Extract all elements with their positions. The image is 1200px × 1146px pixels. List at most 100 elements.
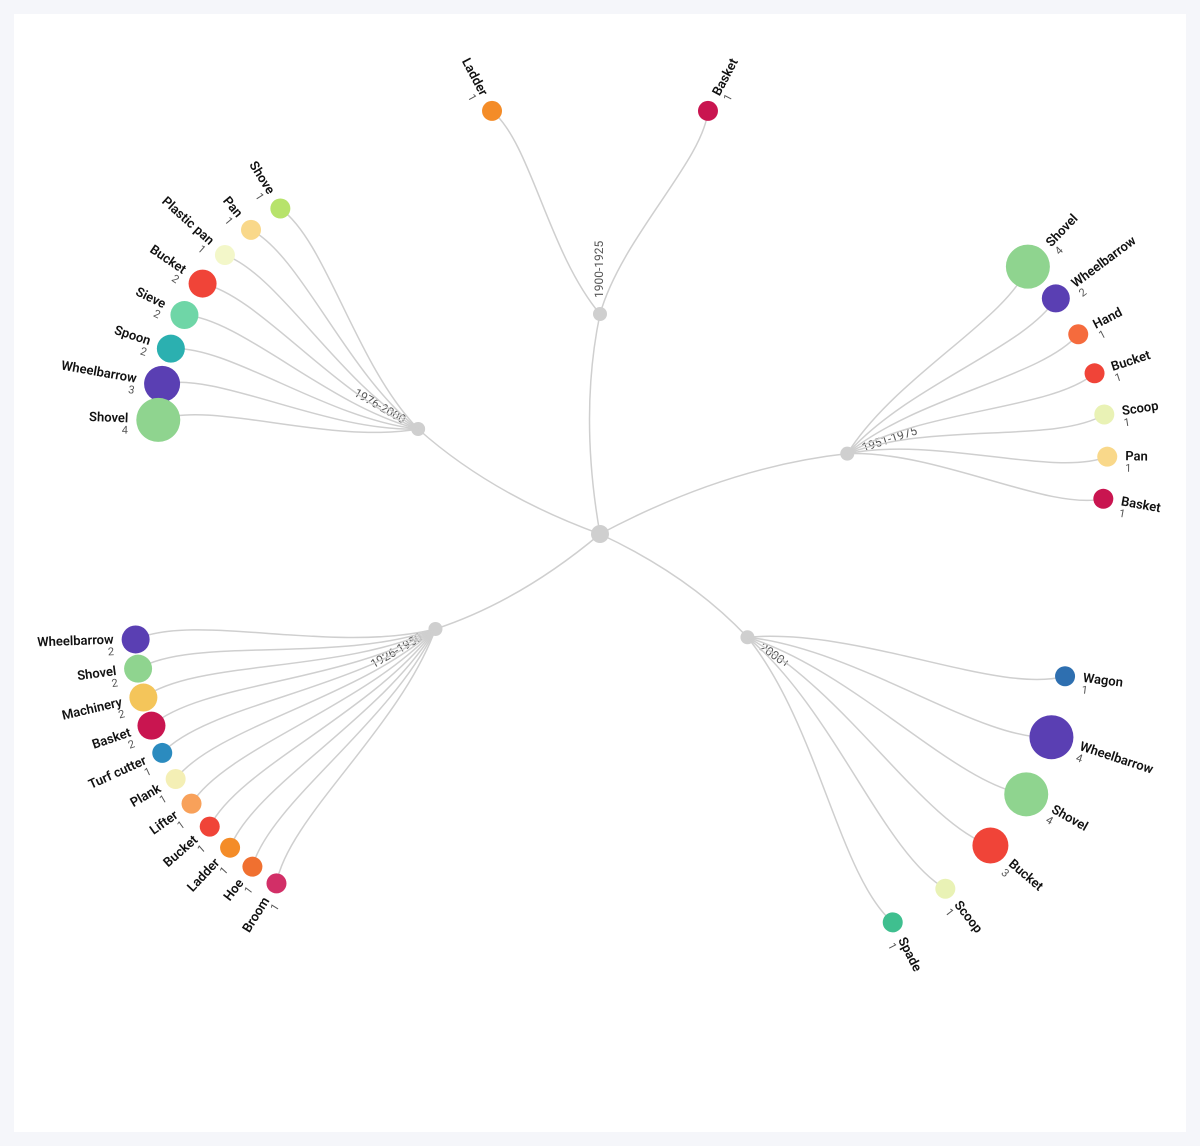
leaf-label: Hand xyxy=(1091,305,1125,332)
branch-edge xyxy=(589,314,600,534)
leaf-count: 1 xyxy=(242,884,256,897)
leaf-label: Broom xyxy=(240,895,273,936)
leaf-count: 2 xyxy=(169,272,181,286)
leaf-count: 1 xyxy=(1081,683,1089,697)
leaf-count: 2 xyxy=(108,645,115,658)
leaf-count: 1 xyxy=(252,191,266,203)
leaf-count: 1 xyxy=(142,765,153,779)
leaf-label: Bucket xyxy=(161,832,202,870)
leaf-edge xyxy=(847,454,1103,501)
leaf-count: 3 xyxy=(999,866,1012,880)
leaf-count: 2 xyxy=(151,307,162,321)
leaf-node xyxy=(883,912,903,932)
leaf-edge xyxy=(492,111,600,314)
leaf-node xyxy=(215,245,235,265)
leaf-edge xyxy=(136,629,436,639)
leaf-edge xyxy=(847,298,1056,453)
leaf-node xyxy=(266,873,286,893)
leaf-node xyxy=(137,712,165,740)
leaf-count: 1 xyxy=(222,214,236,227)
leaf-label: Shovel xyxy=(1043,212,1081,251)
leaf-node xyxy=(241,220,261,240)
leaf-node xyxy=(1055,666,1075,686)
leaf-label: Spade xyxy=(894,935,924,974)
leaf-count: 1 xyxy=(721,92,735,104)
leaf-count: 1 xyxy=(195,242,208,256)
leaf-node xyxy=(129,684,157,712)
leaf-node xyxy=(170,301,198,329)
leaf-count: 1 xyxy=(885,941,899,952)
leaf-node xyxy=(1042,284,1070,312)
leaf-node xyxy=(1029,715,1073,759)
leaf-label: Basket xyxy=(710,56,742,99)
leaf-label: Machinery xyxy=(61,695,125,724)
leaf-count: 1 xyxy=(195,842,208,856)
leaf-node xyxy=(1004,772,1048,816)
leaf-count: 4 xyxy=(1052,244,1066,257)
leaf-edge xyxy=(276,629,435,883)
leaf-node xyxy=(270,199,290,219)
leaf-label: Bucket xyxy=(147,242,189,277)
leaf-node xyxy=(242,857,262,877)
leaf-label: Wheelbarrow xyxy=(60,359,138,387)
leaf-label: Turf cutter xyxy=(86,753,149,792)
leaf-count: 2 xyxy=(126,737,136,751)
leaf-edge xyxy=(747,637,945,888)
leaf-count: 1 xyxy=(1125,462,1131,475)
branch-edge xyxy=(435,534,600,629)
branch-edge xyxy=(600,454,847,534)
leaf-node xyxy=(1094,404,1114,424)
leaf-count: 4 xyxy=(122,424,129,437)
leaf-count: 2 xyxy=(117,707,126,721)
leaf-count: 1 xyxy=(175,818,188,832)
leaf-label: Wheelbarrow xyxy=(1078,739,1156,777)
leaf-node xyxy=(182,794,202,814)
leaf-label: Sieve xyxy=(133,285,168,312)
leaf-edge xyxy=(747,637,892,922)
leaf-count: 1 xyxy=(942,906,956,919)
leaf-label: Basket xyxy=(1120,494,1163,516)
leaf-count: 4 xyxy=(1074,751,1084,765)
leaf-node xyxy=(152,743,172,763)
leaf-edge xyxy=(747,637,1051,737)
leaf-node xyxy=(144,366,180,402)
leaf-node xyxy=(200,817,220,837)
leaf-label: Scoop xyxy=(951,898,986,936)
leaf-label: Wheelbarrow xyxy=(37,633,114,651)
leaf-node xyxy=(1093,489,1113,509)
leaf-label: Wagon xyxy=(1082,671,1124,691)
leaf-node xyxy=(1068,324,1088,344)
leaf-count: 3 xyxy=(127,383,135,397)
leaf-node xyxy=(157,335,185,363)
leaf-count: 1 xyxy=(268,901,282,913)
leaf-node xyxy=(482,101,502,121)
leaf-count: 2 xyxy=(139,345,149,359)
leaf-label: Ladder xyxy=(185,855,224,895)
leaf-label: Wheelbarrow xyxy=(1069,233,1140,291)
category-label: 1900-1925 xyxy=(592,240,606,298)
leaf-count: 2 xyxy=(1076,285,1089,299)
leaf-node xyxy=(1085,363,1105,383)
leaf-label: Plastic pan xyxy=(158,194,216,248)
radial-tree-diagram: 1900-1925Basket1Ladder11951-1975Basket1P… xyxy=(0,0,1200,1146)
leaf-node xyxy=(698,101,718,121)
leaf-count: 1 xyxy=(217,864,231,877)
branch-edge xyxy=(418,429,600,534)
leaf-edge xyxy=(143,629,435,698)
leaf-edge xyxy=(600,111,708,314)
leaf-count: 1 xyxy=(1096,328,1107,342)
leaf-label: Bucket xyxy=(1005,857,1046,895)
leaf-count: 1 xyxy=(1113,371,1123,385)
leaf-node xyxy=(189,270,217,298)
leaf-edge xyxy=(158,415,418,433)
leaf-node xyxy=(935,879,955,899)
leaf-edge xyxy=(847,267,1028,454)
leaf-node xyxy=(1006,245,1050,289)
leaf-node xyxy=(220,838,240,858)
leaf-node xyxy=(1097,447,1117,467)
branch-edge xyxy=(600,534,747,637)
leaf-edge xyxy=(230,629,435,848)
leaf-count: 1 xyxy=(465,92,479,104)
leaf-node xyxy=(136,398,180,442)
leaf-label: Shovel xyxy=(1049,802,1091,834)
